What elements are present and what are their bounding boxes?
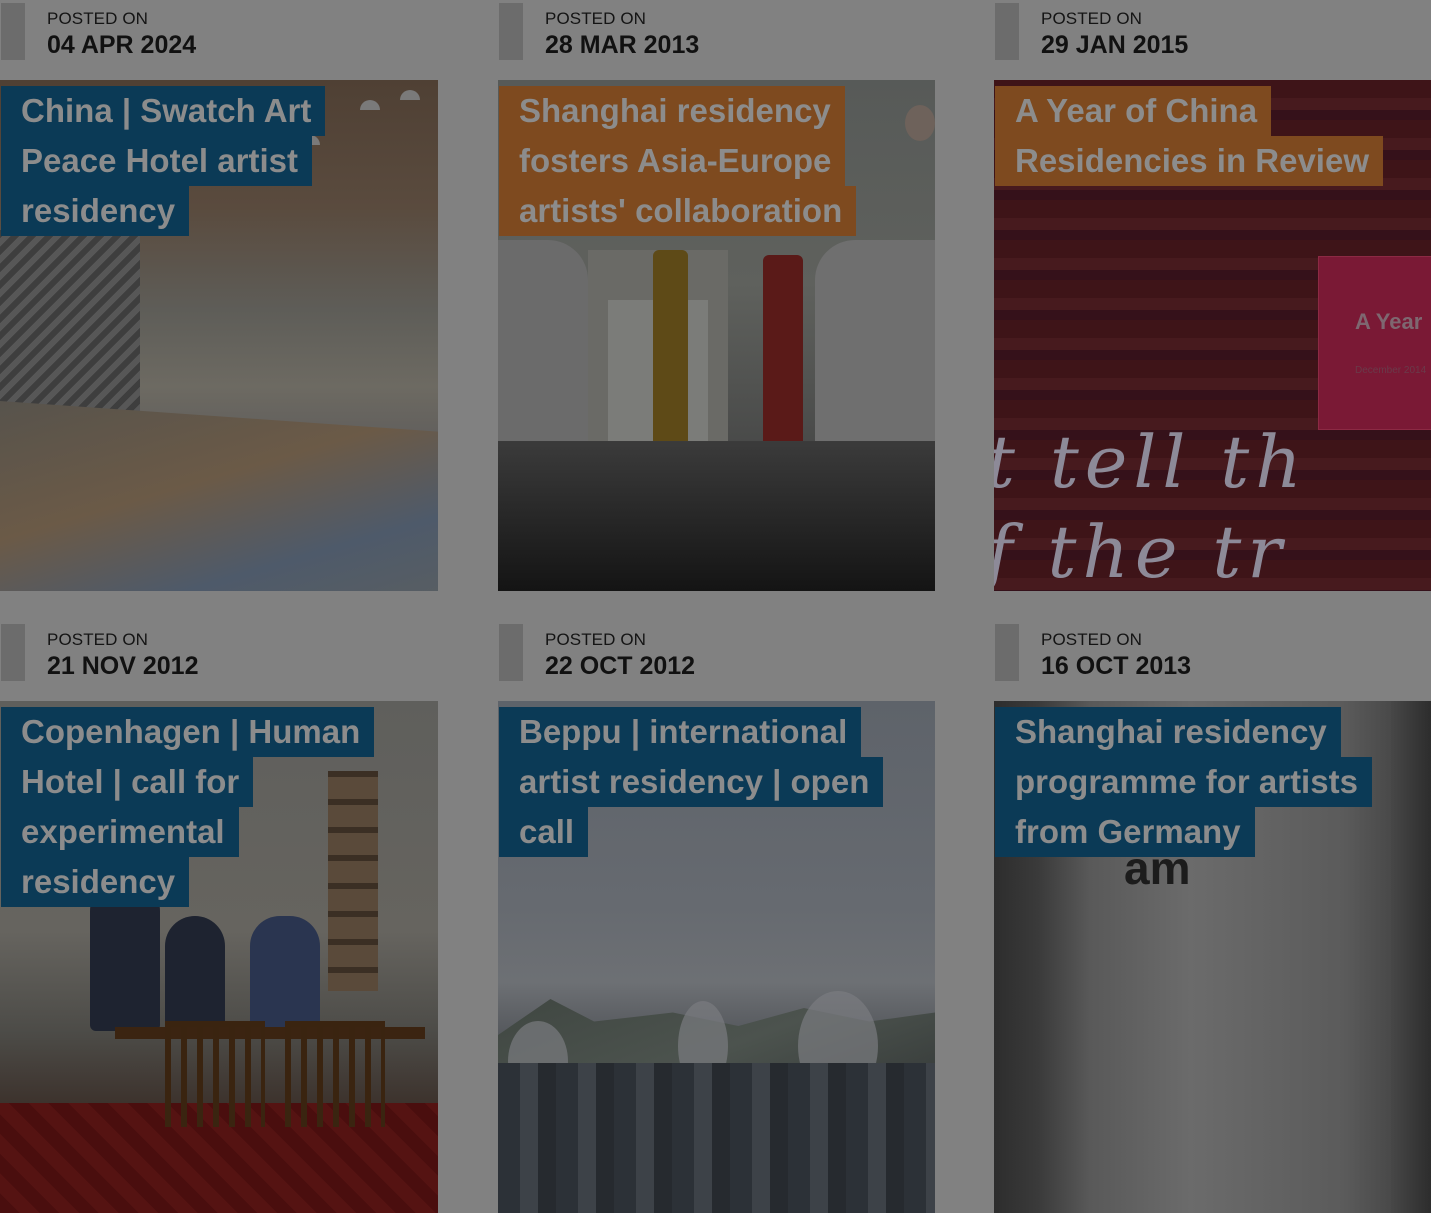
date-accent-bar — [1, 3, 25, 60]
post-title-line: programme for artists — [995, 757, 1372, 807]
post-title-line: Peace Hotel artist — [1, 136, 312, 186]
post-thumbnail-link[interactable]: A Year December 2014 t tell th f the tr … — [994, 80, 1431, 591]
post-title-link[interactable]: Copenhagen | Human Hotel | call for expe… — [1, 707, 438, 907]
post-card[interactable]: POSTED ON 22 OCT 2012 Beppu | internatio… — [498, 621, 935, 1213]
date-accent-bar — [995, 3, 1019, 60]
post-title-line: call — [499, 807, 589, 857]
post-title-link[interactable]: Shanghai residency fosters Asia-Europe a… — [499, 86, 935, 236]
post-title-line: Hotel | call for — [1, 757, 254, 807]
post-date: 22 OCT 2012 — [545, 652, 696, 680]
post-title-line: Residencies in Review — [995, 136, 1383, 186]
image-cover-card: A Year December 2014 — [1318, 256, 1431, 430]
date-accent-bar — [499, 624, 523, 681]
posted-on-label: POSTED ON — [47, 630, 149, 649]
post-meta: POSTED ON 16 OCT 2013 — [994, 621, 1431, 701]
post-title-line: Shanghai residency — [995, 707, 1341, 757]
post-title-link[interactable]: China | Swatch Art Peace Hotel artist re… — [1, 86, 438, 236]
posted-on-label: POSTED ON — [545, 630, 647, 649]
post-title-line: fosters Asia-Europe — [499, 136, 846, 186]
post-meta: POSTED ON 21 NOV 2012 — [0, 621, 438, 701]
post-title-line: China | Swatch Art — [1, 86, 326, 136]
post-title-link[interactable]: A Year of China Residencies in Review — [995, 86, 1431, 186]
post-date: 04 APR 2024 — [47, 31, 197, 59]
post-title-line: Copenhagen | Human — [1, 707, 375, 757]
post-title-line: A Year of China — [995, 86, 1272, 136]
post-thumbnail-link[interactable]: Beppu | international artist residency |… — [498, 701, 935, 1213]
post-card[interactable]: POSTED ON 16 OCT 2013 am Shanghai reside… — [994, 621, 1431, 1213]
date-accent-bar — [499, 3, 523, 60]
post-title-line: experimental — [1, 807, 239, 857]
post-thumbnail-link[interactable]: Shanghai residency fosters Asia-Europe a… — [498, 80, 935, 591]
post-title-line: Shanghai residency — [499, 86, 845, 136]
posted-on-label: POSTED ON — [545, 9, 647, 28]
post-title-line: artists' collaboration — [499, 186, 857, 236]
date-accent-bar — [995, 624, 1019, 681]
post-card[interactable]: POSTED ON 04 APR 2024 China | Swatch Art… — [0, 0, 438, 591]
post-date: 21 NOV 2012 — [47, 652, 199, 680]
post-meta: POSTED ON 28 MAR 2013 — [498, 0, 935, 80]
posted-on-label: POSTED ON — [47, 9, 149, 28]
post-title-link[interactable]: Beppu | international artist residency |… — [499, 707, 935, 857]
post-title-line: Beppu | international — [499, 707, 862, 757]
post-card[interactable]: POSTED ON 21 NOV 2012 Copenhagen | Human… — [0, 621, 438, 1213]
post-date: 16 OCT 2013 — [1041, 652, 1192, 680]
post-card[interactable]: POSTED ON 29 JAN 2015 A Year December 20… — [994, 0, 1431, 591]
post-date: 29 JAN 2015 — [1041, 31, 1189, 59]
post-title-line: artist residency | open — [499, 757, 884, 807]
posted-on-label: POSTED ON — [1041, 630, 1143, 649]
post-meta: POSTED ON 29 JAN 2015 — [994, 0, 1431, 80]
post-thumbnail-link[interactable]: Copenhagen | Human Hotel | call for expe… — [0, 701, 438, 1213]
post-title-line: residency — [1, 186, 190, 236]
image-cover-subtitle: December 2014 — [1355, 365, 1427, 376]
post-title-line: residency — [1, 857, 190, 907]
image-cover-title: A Year — [1355, 309, 1423, 334]
post-meta: POSTED ON 04 APR 2024 — [0, 0, 438, 80]
post-meta: POSTED ON 22 OCT 2012 — [498, 621, 935, 701]
posted-on-label: POSTED ON — [1041, 9, 1143, 28]
date-accent-bar — [1, 624, 25, 681]
post-thumbnail-link[interactable]: China | Swatch Art Peace Hotel artist re… — [0, 80, 438, 591]
post-card[interactable]: POSTED ON 28 MAR 2013 Shanghai residency… — [498, 0, 935, 591]
post-thumbnail-link[interactable]: am Shanghai residency programme for arti… — [994, 701, 1431, 1213]
post-title-line: from Germany — [995, 807, 1255, 857]
post-title-link[interactable]: Shanghai residency programme for artists… — [995, 707, 1431, 857]
post-date: 28 MAR 2013 — [545, 31, 700, 59]
